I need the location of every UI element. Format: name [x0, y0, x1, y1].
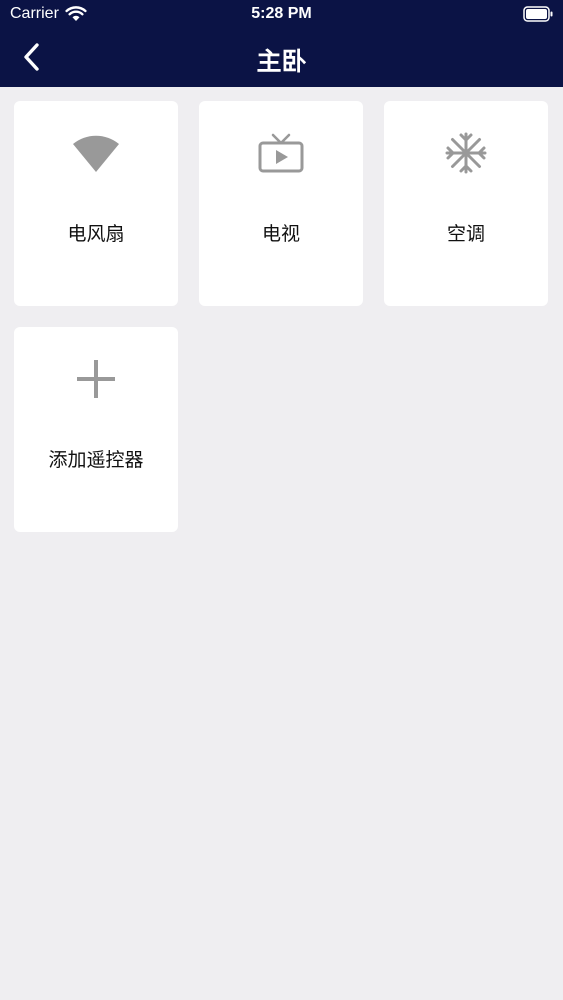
snowflake-icon — [384, 129, 548, 177]
status-bar: Carrier 5:28 PM — [0, 0, 563, 30]
device-label: 电视 — [261, 223, 300, 245]
fan-icon — [14, 129, 178, 177]
device-card-fan[interactable]: 电风扇 — [14, 101, 178, 306]
status-time: 5:28 PM — [251, 5, 312, 22]
battery-icon — [523, 6, 553, 22]
device-label: 空调 — [446, 223, 485, 245]
device-card-tv[interactable]: 电视 — [199, 101, 363, 306]
device-label: 添加遥控器 — [48, 449, 144, 471]
header: Carrier 5:28 PM 主卧 — [0, 0, 563, 87]
device-grid: 电风扇 电视 空调 添加遥控器 — [14, 101, 549, 532]
plus-icon — [14, 355, 178, 403]
page-title: 主卧 — [256, 47, 307, 76]
device-card-ac[interactable]: 空调 — [384, 101, 548, 306]
add-remote-button[interactable]: 添加遥控器 — [14, 327, 178, 532]
device-label: 电风扇 — [67, 223, 125, 245]
tv-icon — [199, 129, 363, 177]
nav-bar: 主卧 — [0, 30, 563, 87]
